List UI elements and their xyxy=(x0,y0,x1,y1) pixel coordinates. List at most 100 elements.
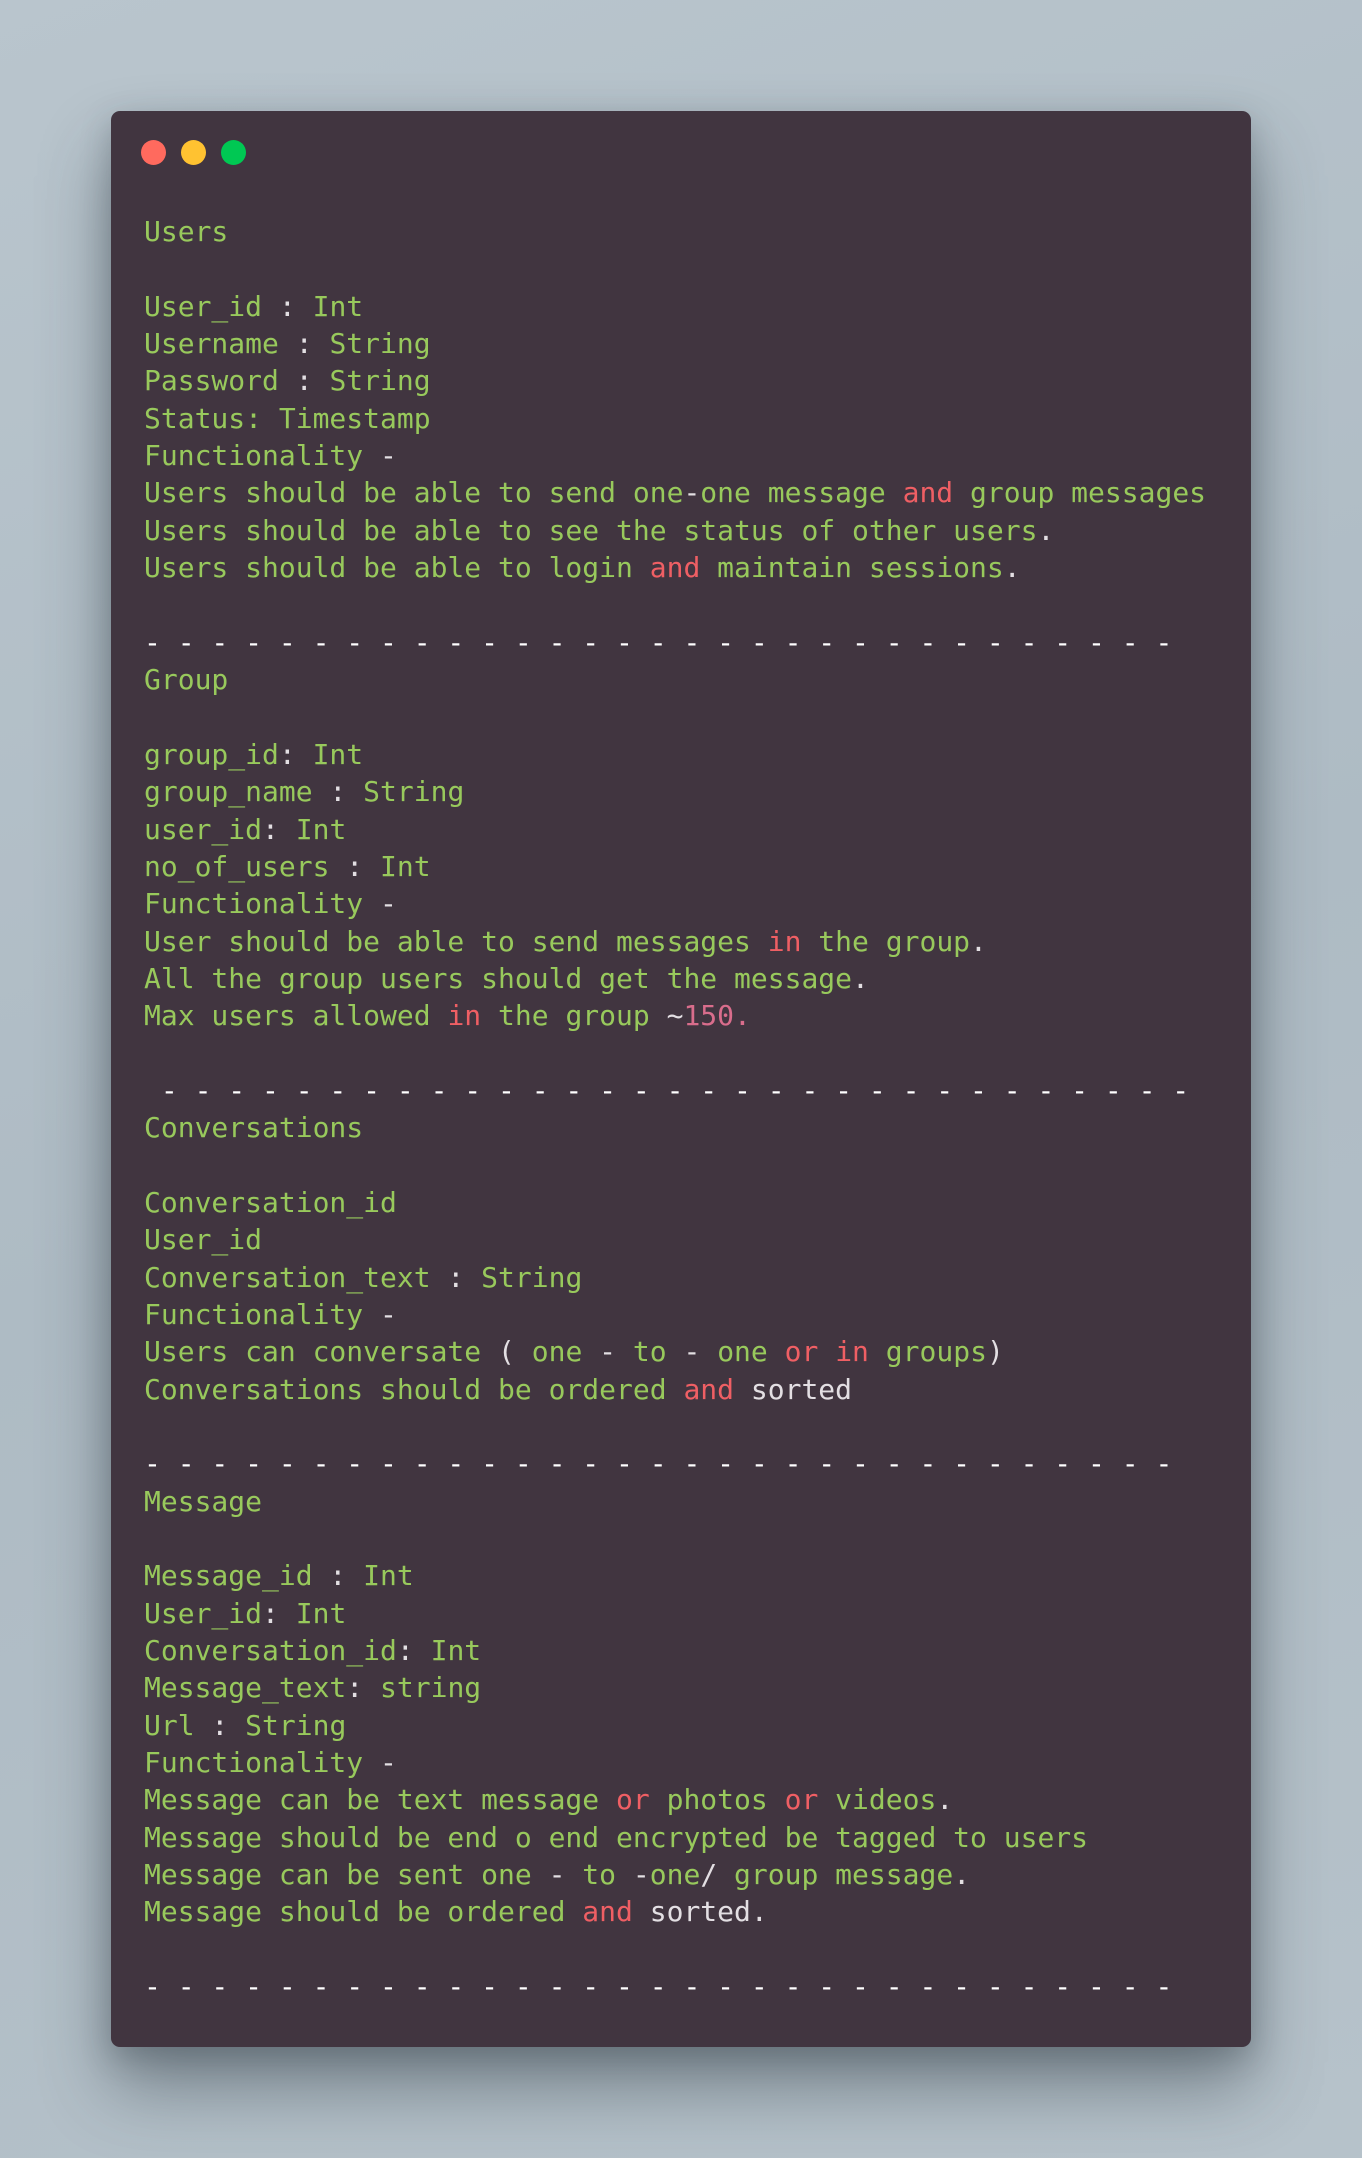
punctuation: . xyxy=(852,961,869,995)
code-line: Functionality - xyxy=(144,1296,1206,1333)
section-separator: - - - - - - - - - - - - - - - - - - - - … xyxy=(144,1073,1190,1107)
code-text: groups xyxy=(868,1335,987,1369)
code-text: Message can be text message xyxy=(144,1783,617,1817)
code-text: Message_text xyxy=(144,1671,347,1705)
code-text: to xyxy=(582,1858,633,1892)
punctuation: . xyxy=(953,1858,971,1892)
code-line: group_id: Int xyxy=(144,736,1206,773)
punctuation: : xyxy=(194,1708,246,1742)
code-text: videos xyxy=(818,1783,937,1817)
code-text: String xyxy=(363,775,465,809)
punctuation: : xyxy=(278,737,313,771)
code-line: Functionality - xyxy=(144,437,1206,474)
code-text: string xyxy=(380,1671,482,1705)
keyword: or xyxy=(616,1783,650,1817)
code-text: Message xyxy=(144,1484,263,1518)
code-line: Message should be end o end encrypted be… xyxy=(144,1819,1206,1856)
plain-text: sorted. xyxy=(632,1895,768,1929)
code-text: Users should be able to login xyxy=(144,551,650,585)
punctuation: . xyxy=(1037,513,1055,547)
code-text: Users can conversate xyxy=(144,1335,499,1369)
punctuation: : xyxy=(312,775,364,809)
code-text: Users should be able to see the status o… xyxy=(144,513,1038,547)
code-text: Functionality xyxy=(144,1746,364,1780)
code-line: Functionality - xyxy=(144,1744,1206,1781)
code-line: - - - - - - - - - - - - - - - - - - - - … xyxy=(144,1968,1206,2005)
code-text: Password xyxy=(144,364,279,398)
code-text: to xyxy=(632,1335,684,1369)
punctuation: : xyxy=(329,849,381,883)
keyword: and xyxy=(649,551,701,585)
code-text: User_id xyxy=(144,1223,263,1257)
punctuation: - xyxy=(363,439,397,473)
code-text: Username xyxy=(144,327,279,361)
code-window: Users User_id : Int Username : String Passw… xyxy=(111,111,1251,2047)
code-text: Conversation_text xyxy=(144,1260,431,1294)
code-line: Url : String xyxy=(144,1707,1206,1744)
code-text: one xyxy=(717,1335,785,1369)
code-text: Int xyxy=(295,812,347,846)
code-text: Conversation_id xyxy=(144,1634,397,1668)
code-line: User_id: Int xyxy=(144,1595,1206,1632)
code-text: no_of_users xyxy=(144,849,330,883)
code-text: one xyxy=(649,1858,701,1892)
code-line: Group xyxy=(144,661,1206,698)
code-text: user_id xyxy=(144,812,263,846)
punctuation: - xyxy=(363,1746,397,1780)
code-text: Int xyxy=(430,1634,482,1668)
keyword: in xyxy=(767,924,802,958)
code-text: Conversations should be ordered xyxy=(144,1372,684,1406)
close-button[interactable] xyxy=(141,140,166,165)
keyword: and xyxy=(683,1372,735,1406)
code-line: user_id: Int xyxy=(144,811,1206,848)
code-line: Password : String xyxy=(144,362,1206,399)
code-text: Int xyxy=(295,1596,347,1630)
code-text: the group xyxy=(481,999,667,1033)
code-text: User_id xyxy=(144,289,263,323)
code-text: Int xyxy=(312,289,364,323)
code-line: Username : String xyxy=(144,325,1206,362)
code-line: Message_text: string xyxy=(144,1669,1206,1706)
code-text: group_id xyxy=(144,737,279,771)
code-text: photos xyxy=(649,1783,785,1817)
code-line: Functionality - xyxy=(144,885,1206,922)
punctuation: ~ xyxy=(666,999,684,1033)
section-separator: - - - - - - - - - - - - - - - - - - - - … xyxy=(144,625,1173,659)
keyword: or xyxy=(784,1335,819,1369)
code-line: Conversation_id: Int xyxy=(144,1632,1206,1669)
code-line: Message should be ordered and sorted. xyxy=(144,1893,1206,1930)
punctuation: : xyxy=(278,364,330,398)
code-line: Users can conversate ( one - to - one or… xyxy=(144,1333,1206,1370)
code-line: Message_id : Int xyxy=(144,1557,1206,1594)
code-text: String xyxy=(329,327,431,361)
window-controls xyxy=(141,140,246,165)
code-line: All the group users should get the messa… xyxy=(144,960,1206,997)
code-text: group message xyxy=(734,1858,954,1892)
punctuation: : xyxy=(278,327,330,361)
code-line: Message can be text message or photos or… xyxy=(144,1781,1206,1818)
code-text: Functionality xyxy=(144,439,364,473)
keyword: and xyxy=(902,476,954,510)
punctuation: - xyxy=(548,1858,583,1892)
maximize-button[interactable] xyxy=(221,140,246,165)
code-text: Message should be end o end encrypted be… xyxy=(144,1820,1089,1854)
code-line: - - - - - - - - - - - - - - - - - - - - … xyxy=(144,624,1206,661)
code-line: Conversations should be ordered and sort… xyxy=(144,1371,1206,1408)
code-line: Users should be able to see the status o… xyxy=(144,512,1206,549)
code-text: Users should be able to send one xyxy=(144,476,684,510)
code-line: Status: Timestamp xyxy=(144,400,1206,437)
number-literal: 150. xyxy=(683,999,751,1033)
code-line: Users should be able to send one-one mes… xyxy=(144,474,1206,511)
punctuation: : xyxy=(430,1260,482,1294)
section-separator: - - - - - - - - - - - - - - - - - - - - … xyxy=(144,1970,1173,2004)
code-text: String xyxy=(245,1708,347,1742)
code-text: String xyxy=(329,364,431,398)
code-text: Max users allowed xyxy=(144,999,448,1033)
keyword: or xyxy=(784,1783,819,1817)
minimize-button[interactable] xyxy=(181,140,206,165)
